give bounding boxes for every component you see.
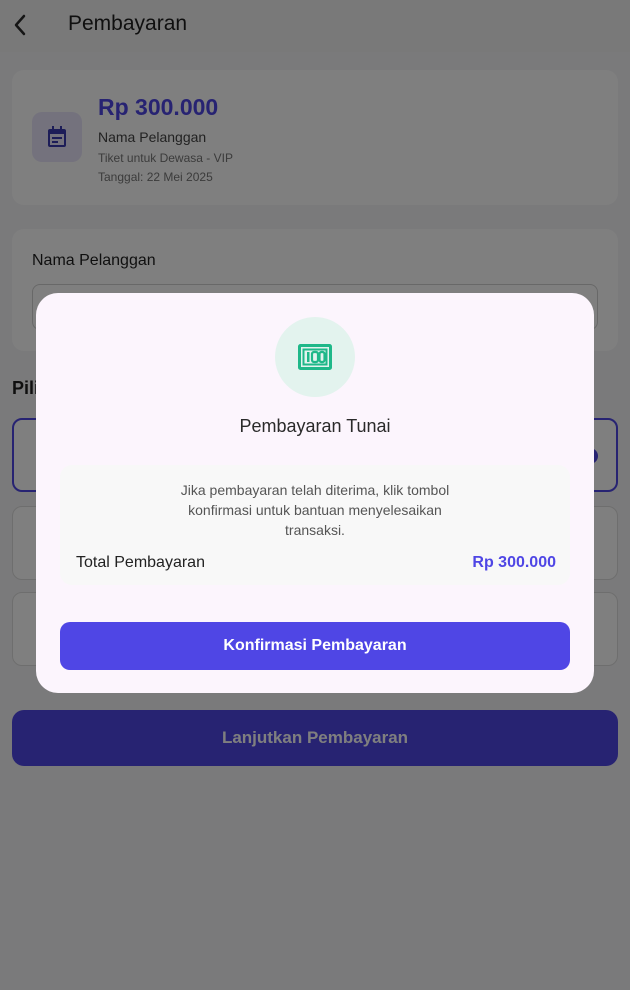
cash-icon [298,344,332,370]
total-payment-value: Rp 300.000 [472,554,556,571]
dialog-info-box: Jika pembayaran telah diterima, klik tom… [60,465,570,585]
confirm-payment-button[interactable]: Konfirmasi Pembayaran [60,622,570,670]
dialog-title: Pembayaran Tunai [239,416,391,436]
dialog-info-text: Jika pembayaran telah diterima, klik tom… [180,482,450,538]
cash-icon-circle [275,317,355,397]
total-payment-label: Total Pembayaran [76,554,205,571]
cash-payment-dialog: Pembayaran Tunai Jika pembayaran telah d… [36,293,594,693]
